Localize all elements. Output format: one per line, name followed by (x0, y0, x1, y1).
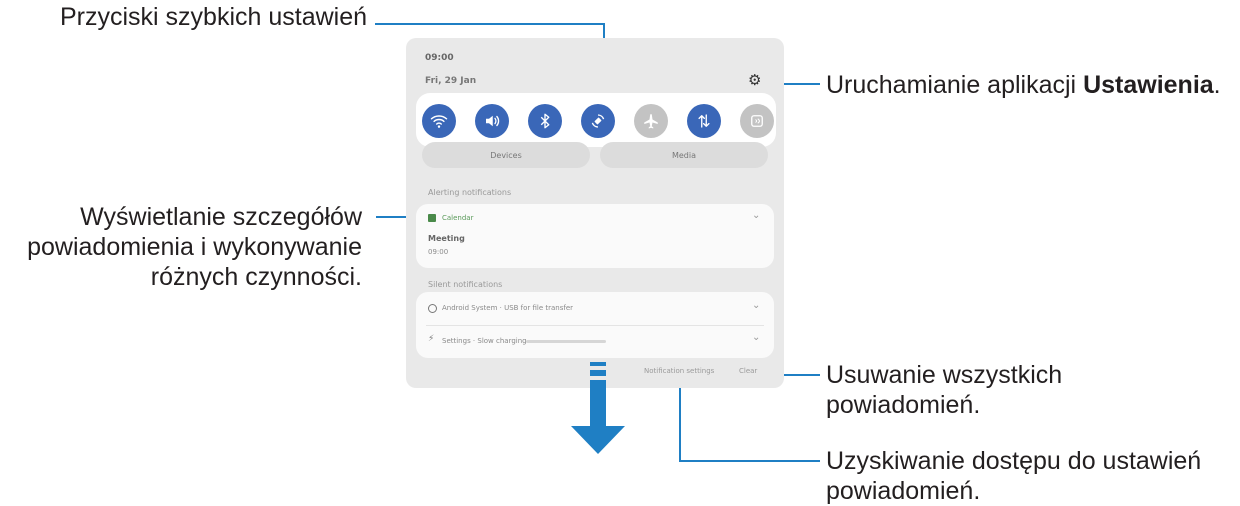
nfc-icon (751, 115, 763, 127)
expand-chevron-icon[interactable]: ⌄ (752, 210, 760, 221)
callout-settings-app: Uruchamianie aplikacji Ustawienia. (826, 70, 1221, 100)
callout-notification-settings: Uzyskiwanie dostępu do ustawień powiadom… (826, 446, 1201, 506)
bluetooth-icon (540, 113, 550, 129)
quick-settings-row (416, 93, 776, 147)
auto-rotate-icon (591, 114, 605, 128)
airplane-mode-toggle[interactable] (634, 104, 668, 138)
callout-settings-suffix: . (1213, 71, 1221, 99)
calendar-notification-card[interactable]: Calendar ⌄ Meeting 09:00 (416, 204, 774, 268)
callout-settings-bold: Ustawienia (1083, 71, 1214, 99)
callout-settings-prefix: Uruchamianie aplikacji (826, 71, 1084, 99)
callout-details-line2: powiadomienia i wykonywanie (27, 233, 362, 261)
devices-button[interactable]: Devices (422, 142, 590, 168)
callout-notification-details: Wyświetlanie szczegółów powiadomienia i … (27, 202, 362, 292)
android-system-text: Android System · USB for file transfer (442, 304, 574, 312)
settings-gear-icon[interactable]: ⚙ (748, 71, 761, 89)
alerting-notifications-title: Alerting notifications (428, 188, 512, 197)
calendar-icon (428, 214, 436, 222)
silent-notifications-card: Android System · USB for file transfer ⌄… (416, 292, 774, 358)
settings-charging-text: Settings · Slow charging (442, 337, 527, 345)
settings-chevron-icon[interactable]: ⌄ (752, 332, 760, 343)
bluetooth-toggle[interactable] (528, 104, 562, 138)
auto-rotate-toggle[interactable] (581, 104, 615, 138)
callout-details-line1: Wyświetlanie szczegółów (80, 203, 362, 231)
calendar-app-name: Calendar (442, 214, 474, 222)
callout-notif-settings-line2: powiadomień. (826, 477, 981, 505)
notification-panel: 09:00 Fri, 29 Jan ⚙ Devices Media Alerti… (406, 38, 784, 388)
sound-toggle[interactable] (475, 104, 509, 138)
charging-bolt-icon: ⚡ (428, 334, 435, 344)
callout-quick-settings-buttons: Przyciski szybkich ustawień (60, 3, 368, 31)
wifi-toggle[interactable] (422, 104, 456, 138)
callout-details-line3: różnych czynności. (150, 263, 362, 291)
devices-label: Devices (490, 150, 522, 160)
meeting-title: Meeting (428, 234, 465, 243)
media-button[interactable]: Media (600, 142, 768, 168)
android-system-icon (428, 304, 437, 313)
callout-clear-line2: powiadomień. (826, 391, 981, 419)
settings-charging-notification[interactable]: ⚡ Settings · Slow charging ⌄ (416, 326, 774, 358)
notification-settings-button[interactable]: Notification settings (644, 367, 714, 375)
wifi-icon (430, 115, 448, 128)
callout-notif-settings-line1: Uzyskiwanie dostępu do ustawień (826, 447, 1202, 475)
status-date: Fri, 29 Jan (425, 76, 477, 86)
silent-notifications-title: Silent notifications (428, 280, 503, 289)
charging-progress-bar (526, 340, 606, 343)
arrow-stem (590, 380, 606, 428)
media-label: Media (671, 150, 697, 160)
callout-clear-all: Usuwanie wszystkich powiadomień. (826, 360, 1062, 420)
mobile-data-icon (698, 114, 710, 128)
connector-quick-settings-h (375, 23, 605, 25)
arrow-head (571, 426, 625, 454)
clear-all-button[interactable]: Clear (739, 367, 757, 375)
status-time: 09:00 (425, 53, 454, 63)
arrow-segment (590, 370, 606, 376)
arrow-segment (590, 362, 606, 366)
android-system-notification[interactable]: Android System · USB for file transfer ⌄ (416, 292, 774, 325)
nfc-toggle[interactable] (740, 104, 774, 138)
callout-clear-line1: Usuwanie wszystkich (826, 361, 1063, 389)
connector-notif-settings-h (679, 460, 820, 462)
airplane-mode-icon (644, 114, 658, 129)
android-system-chevron-icon[interactable]: ⌄ (752, 300, 760, 311)
mobile-data-toggle[interactable] (687, 104, 721, 138)
meeting-time: 09:00 (428, 248, 449, 256)
sound-icon (486, 115, 500, 127)
